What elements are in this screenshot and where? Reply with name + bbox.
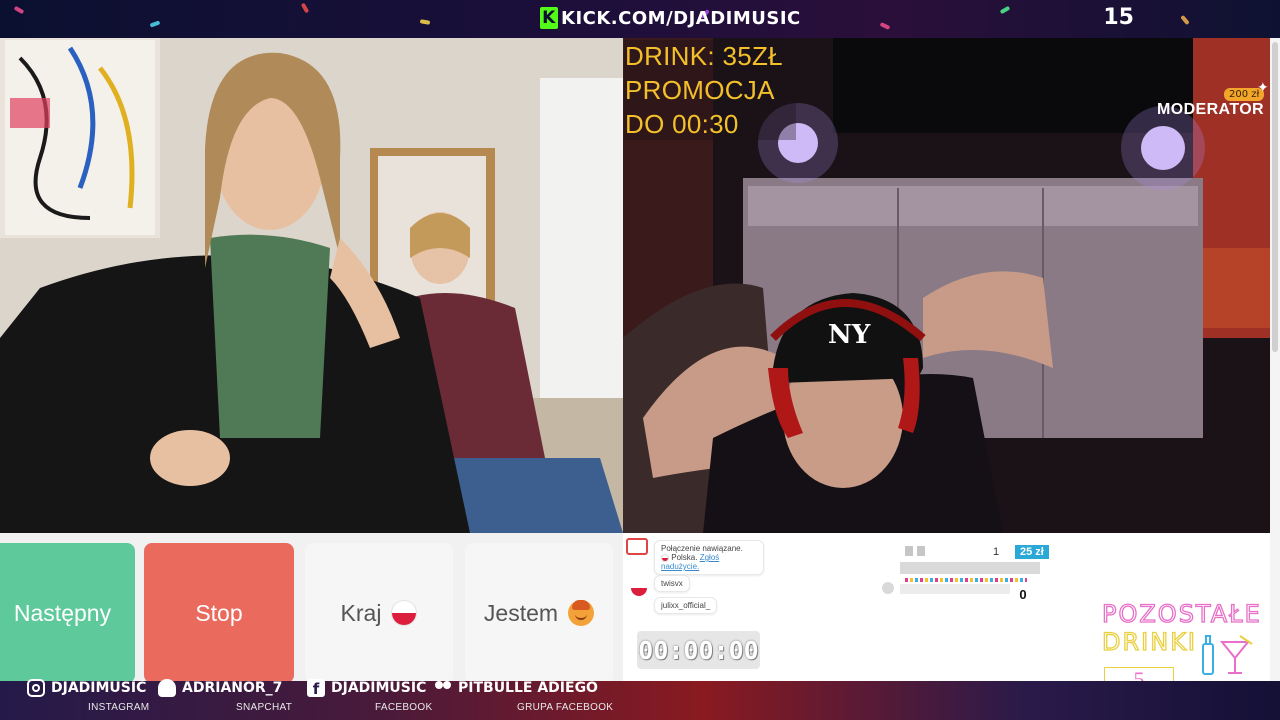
remaining-title: POZOSTAŁE [1101, 599, 1262, 628]
stats-color-bar [905, 578, 1027, 582]
promo-label: PROMOCJA [625, 75, 775, 105]
chat-username: julixx_official_ [661, 601, 711, 610]
kick-logo-icon: K [540, 7, 558, 29]
connection-message: Połączenie nawiązane. Polska. Zgłoś nadu… [654, 540, 764, 575]
next-button[interactable]: Następny [0, 543, 135, 683]
boy-avatar-icon [568, 600, 595, 626]
cocktail-icon [1202, 635, 1253, 675]
facebook-group-label: GRUPA FACEBOOK [517, 702, 614, 713]
next-button-label: Następny [13, 599, 112, 626]
facebook-label: FACEBOOK [375, 702, 433, 713]
drink-count: 1 [993, 546, 1000, 558]
gender-select-button[interactable]: Jestem [465, 543, 613, 683]
chat-username: twisvx [661, 579, 683, 588]
gender-button-label: Jestem [483, 599, 559, 626]
facebook-handle: DJADIMUSIC [331, 680, 427, 696]
facebook-group-link[interactable]: PITBULLE ADIEGO [434, 679, 598, 697]
group-icon [434, 679, 452, 697]
snapchat-label: SNAPCHAT [236, 702, 293, 713]
snapchat-handle: ADRIANOR_7 [182, 680, 283, 696]
country-button-label: Kraj [340, 599, 382, 626]
connection-status-text: Połączenie nawiązane. [661, 544, 743, 553]
stop-button-label: Stop [195, 599, 243, 626]
snapchat-icon [158, 679, 176, 697]
poland-flag-icon [661, 553, 669, 562]
drink-price-label: DRINK: 35ZŁ [625, 41, 783, 71]
viewer-counter: 15 [1103, 5, 1134, 30]
kick-channel-link[interactable]: K KICK.COM/DJADIMUSIC [540, 7, 801, 29]
top-banner: K KICK.COM/DJADIMUSIC 15 [0, 0, 1280, 38]
facebook-icon: f [307, 679, 325, 697]
scrollbar-thumb[interactable] [1272, 42, 1278, 352]
connection-country-line: Polska. Zgłoś nadużycie. [661, 553, 757, 571]
stream-overlay: K KICK.COM/DJADIMUSIC 15 NY DRINK: 35ZŁ … [0, 0, 1280, 720]
svg-text:NY: NY [828, 320, 871, 350]
instagram-handle: DJADIMUSIC [51, 680, 147, 696]
snapchat-link[interactable]: ADRIANOR_7 [158, 679, 282, 697]
stranger-video-scene [0, 38, 623, 533]
stop-button[interactable]: Stop [144, 543, 294, 683]
page-scrollbar[interactable] [1270, 38, 1280, 681]
poland-flag-icon [391, 600, 418, 626]
session-timer: 00:00:00 [637, 631, 760, 669]
stranger-video [0, 38, 623, 533]
promo-time-label: DO 00:30 [625, 109, 739, 139]
star-icon: ✦ [1257, 80, 1269, 96]
country-filter-button[interactable]: Kraj [305, 543, 453, 683]
poland-flag-icon [631, 580, 647, 596]
chat-app-logo-icon [626, 538, 648, 555]
kick-url: KICK.COM/DJADIMUSIC [561, 7, 801, 29]
chat-message: twisvx [654, 575, 690, 592]
instagram-label: INSTAGRAM [88, 702, 150, 713]
drink-price-badge: 25 zł [1015, 545, 1049, 559]
instagram-icon [27, 679, 45, 697]
connection-country: Polska. [671, 553, 698, 562]
moderator-badge: MODERATOR [1157, 101, 1265, 118]
instagram-link[interactable]: DJADIMUSIC [27, 679, 146, 697]
facebook-link[interactable]: f DJADIMUSIC [307, 679, 426, 697]
facebook-group-handle: PITBULLE ADIEGO [458, 680, 598, 696]
chat-message: julixx_official_ [654, 597, 718, 614]
stats-value: 0 [1010, 586, 1036, 603]
